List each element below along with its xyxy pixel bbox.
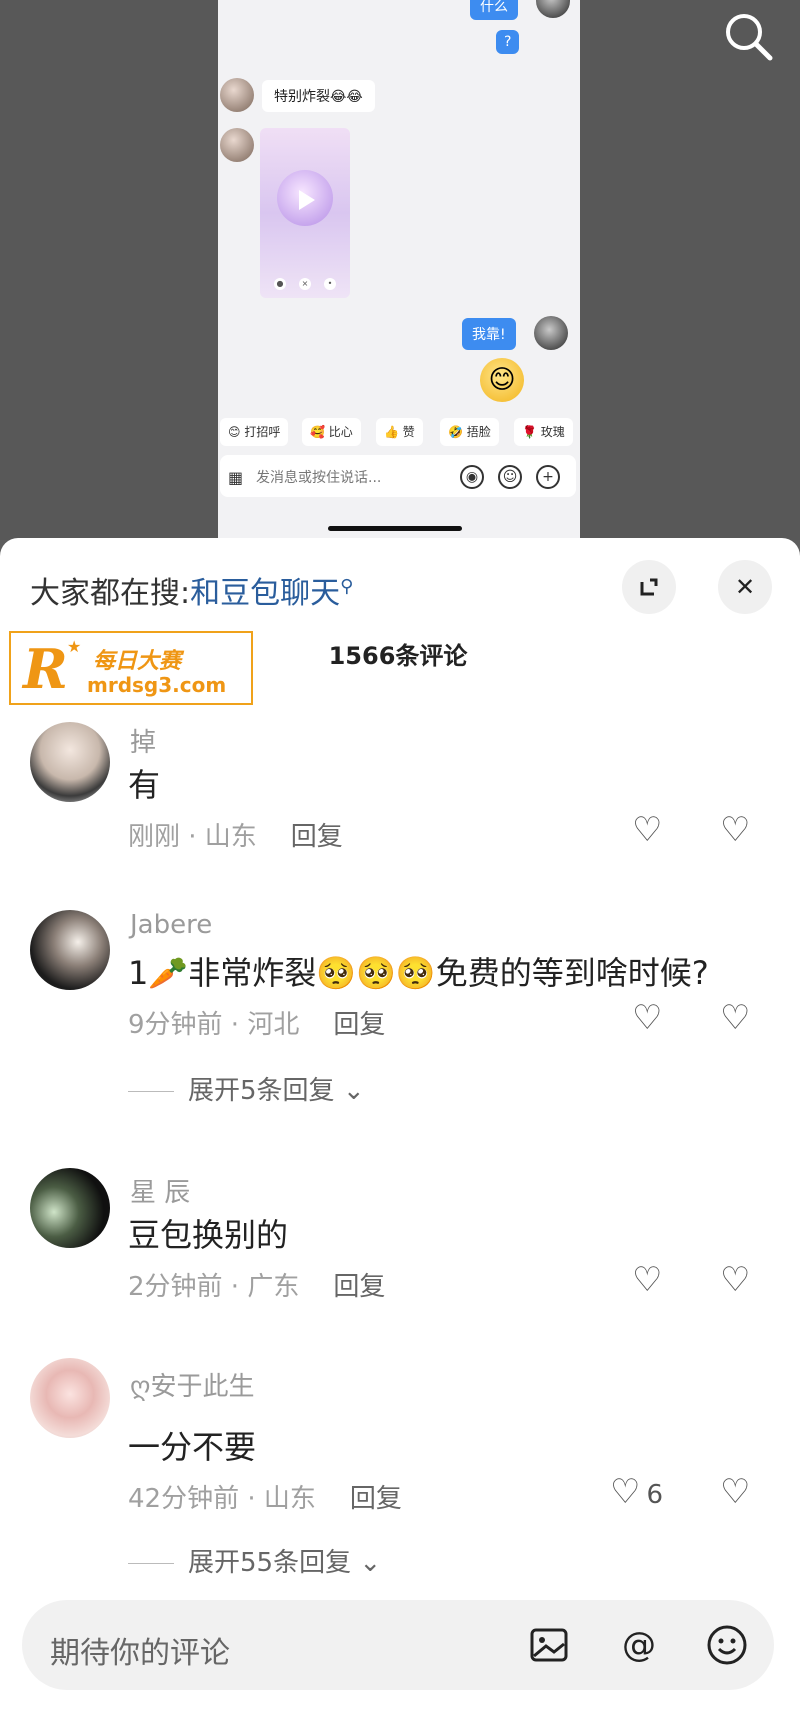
dislike-broken-heart-icon[interactable]: ♡ — [720, 1472, 750, 1512]
apps-grid-icon: ▦ — [228, 468, 244, 487]
image-icon[interactable] — [526, 1622, 572, 1668]
chip-greet: 😊 打招呼 — [220, 418, 289, 446]
watermark-url: mrdsg3.com — [87, 673, 227, 697]
comment-sheet: 大家都在搜:和豆包聊天⚲ ✕ 1566条评论 R ★ 每日大赛 mrdsg3.c… — [0, 538, 800, 1710]
avatar[interactable] — [30, 1358, 110, 1438]
like-heart-icon[interactable]: ♡ 6 — [610, 1472, 663, 1512]
avatar[interactable] — [30, 1168, 110, 1248]
watermark-star-icon: ★ — [67, 637, 82, 656]
comment-meta: 9分钟前 · 河北 — [128, 1010, 300, 1040]
chat-bubble-top: 什么 — [470, 0, 518, 20]
divider — [128, 1091, 174, 1092]
watermark-logo: R ★ 每日大赛 mrdsg3.com — [9, 631, 253, 705]
comment-input-placeholder[interactable]: 期待你的评论 — [50, 1628, 230, 1672]
chat-bubble-out: 我靠! — [462, 318, 516, 350]
comment-meta: 42分钟前 · 山东 — [128, 1484, 316, 1514]
comment-text: 一分不要 — [128, 1428, 257, 1466]
video-phone-frame: 什么 ? 特别炸裂😂😂 ● × • 我靠! 😊 😊 打招呼 🥰 比心 👍 赞 🤣… — [218, 0, 580, 540]
expand-icon[interactable] — [622, 560, 676, 614]
comment-username[interactable]: ღ安于此生 — [130, 1366, 254, 1403]
smile-emoji-icon: 😊 — [480, 358, 524, 402]
voice-wave-icon: ◉ — [460, 465, 484, 489]
trending-search[interactable]: 大家都在搜:和豆包聊天⚲ — [30, 568, 353, 612]
plus-icon: + — [536, 465, 560, 489]
comment-meta: 刚刚 · 山东 — [128, 822, 257, 852]
like-heart-icon[interactable]: ♡ — [632, 1260, 662, 1300]
chat-video-card: ● × • — [260, 128, 350, 298]
comment-input-bar[interactable]: 期待你的评论 @ — [22, 1600, 774, 1690]
like-heart-icon[interactable]: ♡ — [632, 810, 662, 850]
chat-avatar-self — [536, 0, 570, 18]
emoji-icon[interactable] — [704, 1622, 750, 1668]
like-heart-icon[interactable]: ♡ — [632, 998, 662, 1038]
expand-replies-label: 展开55条回复 — [188, 1548, 352, 1578]
chip-heart: 🥰 比心 — [302, 418, 361, 446]
comment-text: 有 — [128, 766, 161, 804]
chat-bubble-in: 特别炸裂😂😂 — [262, 80, 375, 112]
chat-input-bar: ▦ 发消息或按住说话... ◉ ☺ + — [220, 455, 576, 497]
avatar[interactable] — [30, 910, 110, 990]
home-indicator — [328, 526, 462, 531]
chat-input-placeholder: 发消息或按住说话... — [256, 470, 382, 486]
dislike-broken-heart-icon[interactable]: ♡ — [720, 810, 750, 850]
emoji-icon: ☺ — [498, 465, 522, 489]
comment-username[interactable]: Jabere — [130, 910, 212, 940]
at-mention-icon[interactable]: @ — [616, 1622, 662, 1668]
chip-facepalm: 🤣 捂脸 — [440, 418, 499, 446]
like-count: 6 — [646, 1480, 664, 1510]
chip-like: 👍 赞 — [376, 418, 423, 446]
watermark-brand: 每日大赛 — [93, 649, 182, 674]
chevron-down-icon: ⌄ — [342, 1076, 365, 1106]
close-small-icon: × — [299, 278, 311, 290]
chat-avatar-bot-2 — [220, 128, 254, 162]
comment-meta: 2分钟前 · 广东 — [128, 1272, 300, 1302]
expand-replies-label: 展开5条回复 — [188, 1076, 335, 1106]
close-icon[interactable]: ✕ — [718, 560, 772, 614]
chip-rose: 🌹 玫瑰 — [514, 418, 573, 446]
search-small-icon: ⚲ — [340, 576, 354, 597]
chat-avatar-bot — [220, 78, 254, 112]
dislike-broken-heart-icon[interactable]: ♡ — [720, 1260, 750, 1300]
comment-text: 1🥕非常炸裂🥺🥺🥺免费的等到啥时候? — [128, 954, 709, 992]
divider — [128, 1563, 174, 1564]
play-icon — [299, 190, 315, 210]
reply-button[interactable]: 回复 — [333, 1010, 385, 1040]
trending-search-prefix: 大家都在搜: — [30, 576, 191, 611]
comment-username[interactable]: 掉 — [130, 722, 156, 759]
mic-icon: ● — [274, 278, 286, 290]
comment-text: 豆包换别的 — [128, 1216, 289, 1254]
expand-replies-button[interactable]: 展开5条回复 ⌄ — [128, 1070, 365, 1107]
avatar[interactable] — [30, 722, 110, 802]
search-icon[interactable] — [720, 8, 776, 64]
dislike-broken-heart-icon[interactable]: ♡ — [720, 998, 750, 1038]
trending-search-term[interactable]: 和豆包聊天 — [190, 576, 340, 611]
dot-icon: • — [324, 278, 336, 290]
comment-username[interactable]: 星 辰 — [130, 1172, 190, 1209]
watermark-r-icon: R — [23, 637, 68, 701]
comment-count-text: 1566条评论 — [328, 642, 468, 670]
chevron-down-icon: ⌄ — [359, 1548, 382, 1578]
reply-button[interactable]: 回复 — [350, 1484, 402, 1514]
reply-button[interactable]: 回复 — [333, 1272, 385, 1302]
chat-bubble-question: ? — [496, 30, 520, 54]
chat-avatar-self-2 — [534, 316, 568, 350]
video-player[interactable]: 什么 ? 特别炸裂😂😂 ● × • 我靠! 😊 😊 打招呼 🥰 比心 👍 赞 🤣… — [0, 0, 800, 540]
expand-replies-button[interactable]: 展开55条回复 ⌄ — [128, 1542, 381, 1579]
reply-button[interactable]: 回复 — [291, 822, 343, 852]
